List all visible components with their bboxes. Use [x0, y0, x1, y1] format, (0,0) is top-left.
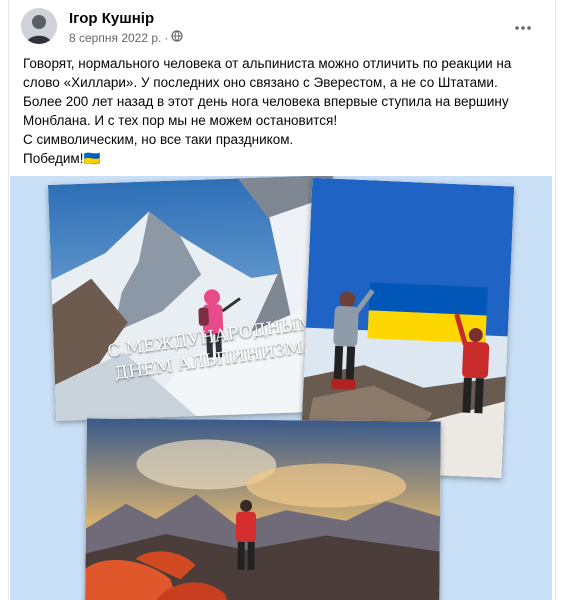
meta-separator: · [164, 30, 169, 45]
post-line: Монблана. И с тех пор мы не можем остано… [23, 113, 338, 128]
post-image[interactable]: С МЕЖДУНАРОДНЫМ ДНЕМ АЛЬПИНИЗМА! [10, 176, 552, 600]
author-avatar[interactable] [21, 8, 57, 44]
collage-photo-tents [85, 418, 441, 600]
post-line: Говорят, нормального человека от альпини… [23, 56, 512, 71]
post-line: слово «Хиллари». У последних оно связано… [23, 75, 498, 90]
post-date[interactable]: 8 серпня 2022 р. [69, 31, 161, 45]
more-horizontal-icon[interactable] [509, 14, 537, 42]
post-line: С символическим, но все таки праздником. [23, 132, 294, 147]
post-line: Более 200 лет назад в этот день нога чел… [23, 94, 509, 109]
post-meta: 8 серпня 2022 р. · [69, 30, 183, 45]
post-line-text: Победим! [23, 151, 84, 166]
collage-photo-climber [47, 176, 342, 421]
author-name[interactable]: Ігор Кушнір [69, 10, 154, 27]
globe-icon [171, 30, 183, 45]
post-header: Ігор Кушнір 8 серпня 2022 р. · [21, 8, 541, 48]
ukraine-flag-emoji: 🇺🇦 [83, 151, 101, 166]
post-text: Говорят, нормального человека от альпини… [23, 54, 543, 168]
post-line: Победим!🇺🇦 [23, 149, 543, 168]
